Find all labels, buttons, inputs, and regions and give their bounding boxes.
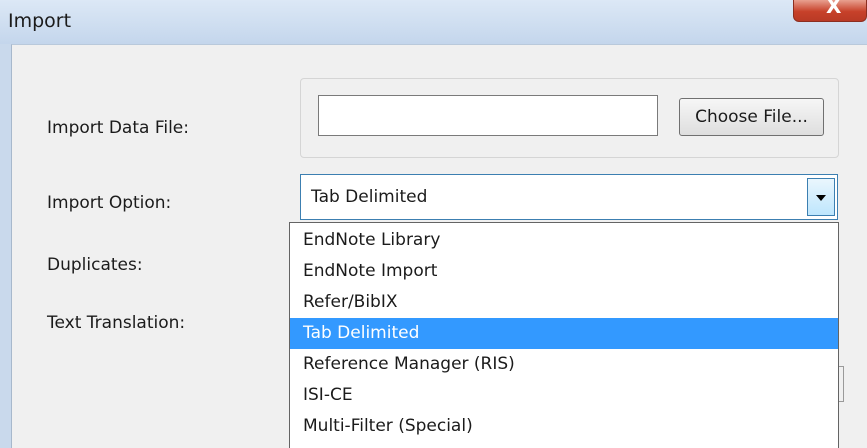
import-data-file-label: Import Data File: <box>47 118 189 138</box>
option-reference-manager-ris[interactable]: Reference Manager (RIS) <box>290 349 838 380</box>
text-translation-label: Text Translation: <box>47 313 186 333</box>
title-bar: Import X <box>0 0 867 44</box>
import-option-select[interactable]: Tab Delimited <box>300 174 838 220</box>
choose-file-button[interactable]: Choose File... <box>679 98 824 136</box>
import-option-value: Tab Delimited <box>311 187 428 207</box>
close-icon: X <box>826 0 842 18</box>
close-button[interactable]: X <box>793 0 867 22</box>
option-endnote-import[interactable]: EndNote Import <box>290 256 838 287</box>
option-refer-bibix[interactable]: Refer/BibIX <box>290 287 838 318</box>
import-option-dropdown-list: EndNote Library EndNote Import Refer/Bib… <box>289 222 839 448</box>
window-title: Import <box>8 10 72 32</box>
option-tab-delimited[interactable]: Tab Delimited <box>290 318 838 349</box>
import-data-file-input[interactable] <box>318 95 658 136</box>
chevron-down-icon[interactable] <box>807 178 835 216</box>
import-option-label: Import Option: <box>47 193 172 213</box>
duplicates-label: Duplicates: <box>47 255 143 275</box>
option-multi-filter-special[interactable]: Multi-Filter (Special) <box>290 411 838 442</box>
option-endnote-library[interactable]: EndNote Library <box>290 225 838 256</box>
option-isi-ce[interactable]: ISI-CE <box>290 380 838 411</box>
